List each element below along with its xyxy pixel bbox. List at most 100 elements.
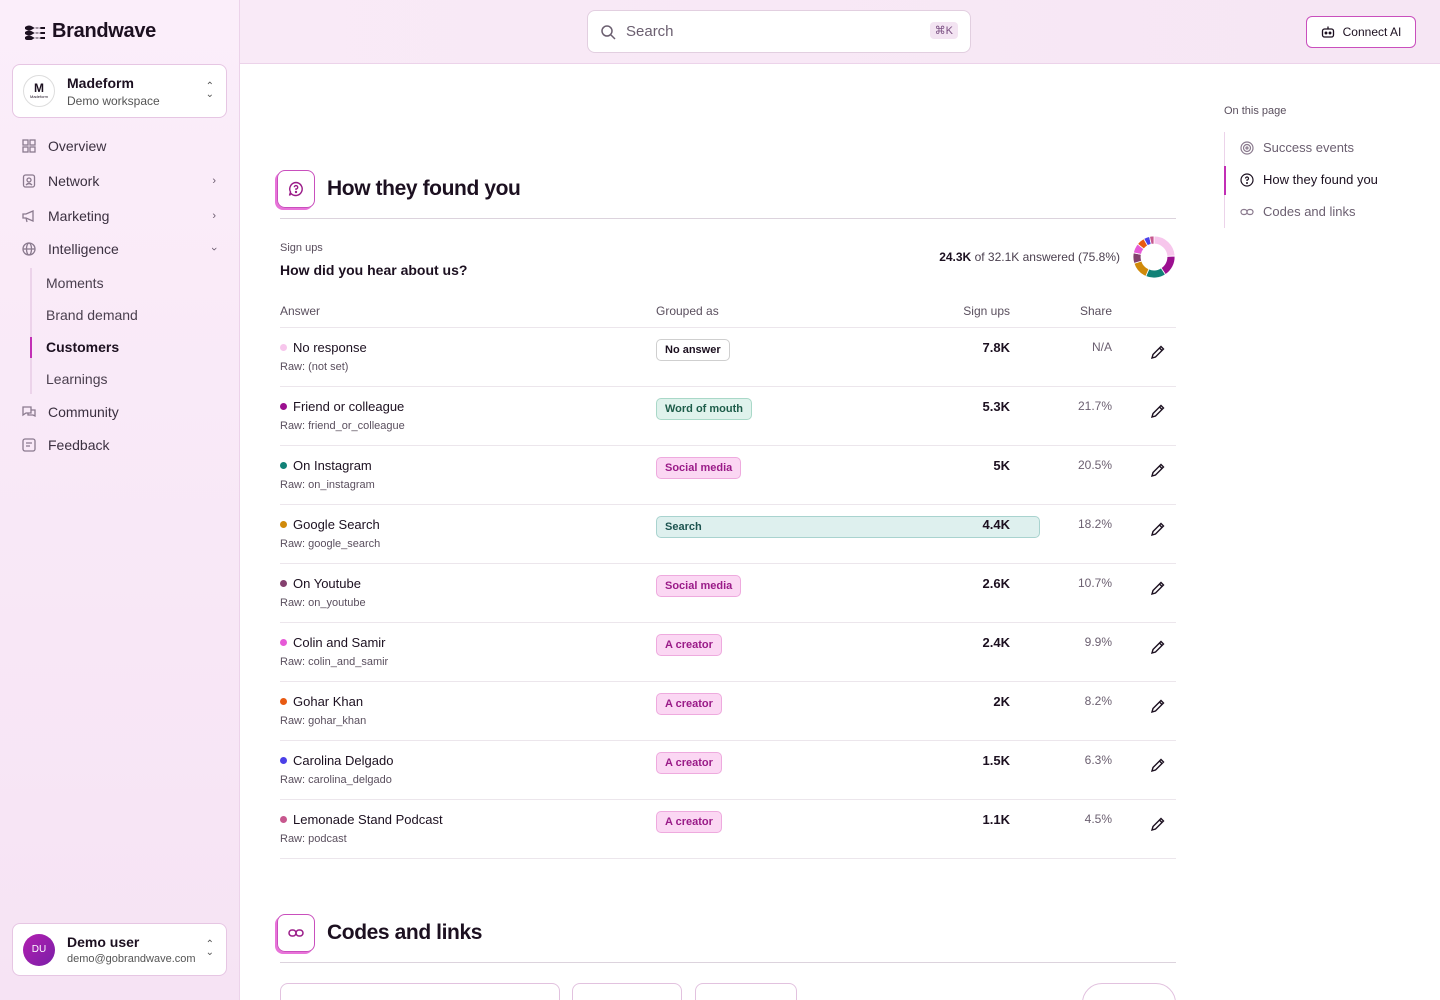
- group-tag[interactable]: Word of mouth: [656, 398, 752, 420]
- sidebar-item-brand-demand[interactable]: Brand demand: [46, 307, 138, 323]
- share-value: 10.7%: [1077, 576, 1112, 590]
- section-header-codes: Codes and links: [277, 914, 482, 952]
- share-value: 18.2%: [1077, 517, 1112, 531]
- answer-label: Google Search: [293, 517, 380, 532]
- share-value: 20.5%: [1077, 458, 1112, 472]
- share-value: 6.3%: [1084, 753, 1112, 767]
- pencil-icon[interactable]: [1150, 816, 1166, 832]
- grid-icon: [22, 139, 36, 153]
- answers-donut-chart: [1132, 235, 1176, 279]
- signups-value: 5.3K: [982, 399, 1010, 414]
- chat-bubbles-icon: [22, 406, 36, 418]
- workspace-switcher[interactable]: M Madeform Madeform Demo workspace ⌃ ⌄: [12, 64, 227, 118]
- raw-value: Raw: google_search: [280, 538, 381, 550]
- raw-value: Raw: on_instagram: [280, 479, 375, 491]
- list-item: On Youtube: [280, 576, 361, 591]
- topbar: Search ⌘K Connect AI: [240, 0, 1440, 64]
- toc-label: On this page: [1224, 105, 1287, 117]
- chevron-up-down-icon: ⌃ ⌄: [205, 939, 214, 958]
- row-divider: [280, 445, 1176, 446]
- answer-label: Gohar Khan: [293, 694, 364, 709]
- chevron-up-down-icon: ⌃ ⌄: [205, 81, 214, 100]
- list-item: Google Search: [280, 517, 380, 532]
- toc-item-codes-links[interactable]: Codes and links: [1240, 204, 1356, 219]
- columns-button[interactable]: [1082, 983, 1176, 1000]
- row-divider: [280, 622, 1176, 623]
- group-tag[interactable]: A creator: [656, 752, 722, 774]
- question-category: Sign ups: [280, 242, 323, 254]
- sidebar-item-learnings[interactable]: Learnings: [46, 371, 108, 387]
- answer-label: Carolina Delgado: [293, 753, 394, 768]
- answered-summary: 24.3K of 32.1K answered (75.8%): [939, 250, 1120, 264]
- workspace-logo: M Madeform: [23, 75, 55, 107]
- donut-slice: [1153, 235, 1176, 257]
- chevron-right-icon: ›: [212, 210, 216, 222]
- group-tag[interactable]: Social media: [656, 457, 742, 479]
- series-dot: [280, 816, 287, 823]
- target-icon: [1240, 140, 1254, 155]
- pencil-icon[interactable]: [1150, 698, 1166, 714]
- connect-ai-label: Connect AI: [1342, 25, 1402, 39]
- row-divider: [280, 740, 1176, 741]
- series-dot: [280, 521, 287, 528]
- feedback-icon: [22, 438, 36, 452]
- answer-label: On Instagram: [293, 458, 372, 473]
- sub-nav-line: [30, 268, 32, 394]
- active-indicator: [30, 337, 32, 358]
- group-tag[interactable]: A creator: [656, 811, 722, 833]
- series-dot: [280, 698, 287, 705]
- search-icon: [601, 24, 616, 40]
- sidebar-item-overview[interactable]: Overview: [22, 135, 218, 157]
- type-filter-button[interactable]: [695, 983, 797, 1000]
- connect-ai-button[interactable]: Connect AI: [1306, 16, 1416, 48]
- row-divider: [280, 681, 1176, 682]
- header-divider: [280, 327, 1176, 328]
- pencil-icon[interactable]: [1150, 757, 1166, 773]
- divider: [280, 962, 1176, 963]
- raw-value: Raw: on_youtube: [280, 597, 366, 609]
- toc-item-label: Success events: [1263, 140, 1355, 155]
- pencil-icon[interactable]: [1150, 403, 1166, 419]
- pencil-icon[interactable]: [1150, 639, 1166, 655]
- chevron-down-icon: ›: [208, 247, 221, 251]
- brand-logo[interactable]: Brandwave: [24, 20, 156, 43]
- user-menu[interactable]: DU Demo user demo@gobrandwave.com ⌃ ⌄: [12, 923, 227, 976]
- share-value: 8.2%: [1084, 694, 1112, 708]
- status-filter-button[interactable]: [572, 983, 682, 1000]
- sidebar-item-intelligence[interactable]: Intelligence ›: [22, 238, 221, 260]
- pencil-icon[interactable]: [1150, 344, 1166, 360]
- list-item: Gohar Khan: [280, 694, 363, 709]
- globe-icon: [22, 242, 36, 256]
- answer-label: Friend or colleague: [293, 399, 405, 414]
- shortcut-hint: ⌘K: [929, 22, 958, 39]
- column-header-signups[interactable]: Sign ups: [930, 304, 1010, 318]
- group-tag[interactable]: Social media: [656, 575, 742, 597]
- group-tag[interactable]: A creator: [656, 693, 722, 715]
- share-value: 9.9%: [1084, 635, 1112, 649]
- group-tag[interactable]: No answer: [656, 339, 730, 361]
- sidebar-item-customers[interactable]: Customers: [46, 339, 119, 355]
- column-header-answer: Answer: [280, 304, 321, 318]
- sidebar-item-marketing[interactable]: Marketing ›: [22, 205, 218, 227]
- toc-item-success-events[interactable]: Success events: [1240, 140, 1354, 155]
- pencil-icon[interactable]: [1150, 462, 1166, 478]
- group-tag[interactable]: A creator: [656, 634, 722, 656]
- toc-item-how-found[interactable]: How they found you: [1240, 172, 1378, 187]
- sidebar-item-feedback[interactable]: Feedback: [22, 434, 218, 456]
- list-item: No response: [280, 340, 367, 355]
- pencil-icon[interactable]: [1150, 580, 1166, 596]
- answer-label: Lemonade Stand Podcast: [293, 812, 443, 827]
- raw-value: Raw: colin_and_samir: [280, 656, 389, 668]
- codes-search-input[interactable]: [280, 983, 560, 1000]
- signups-value: 2.4K: [982, 635, 1010, 650]
- pencil-icon[interactable]: [1150, 521, 1166, 537]
- row-divider: [280, 563, 1176, 564]
- row-divider: [280, 858, 1176, 859]
- sidebar-item-moments[interactable]: Moments: [46, 275, 104, 291]
- sidebar-item-network[interactable]: Network ›: [22, 170, 218, 192]
- sidebar-item-community[interactable]: Community: [22, 401, 218, 423]
- link-icon: [1240, 208, 1254, 215]
- user-email: demo@gobrandwave.com: [67, 953, 196, 965]
- signups-value: 4.4K: [982, 517, 1010, 532]
- search-input[interactable]: Search ⌘K: [587, 10, 971, 53]
